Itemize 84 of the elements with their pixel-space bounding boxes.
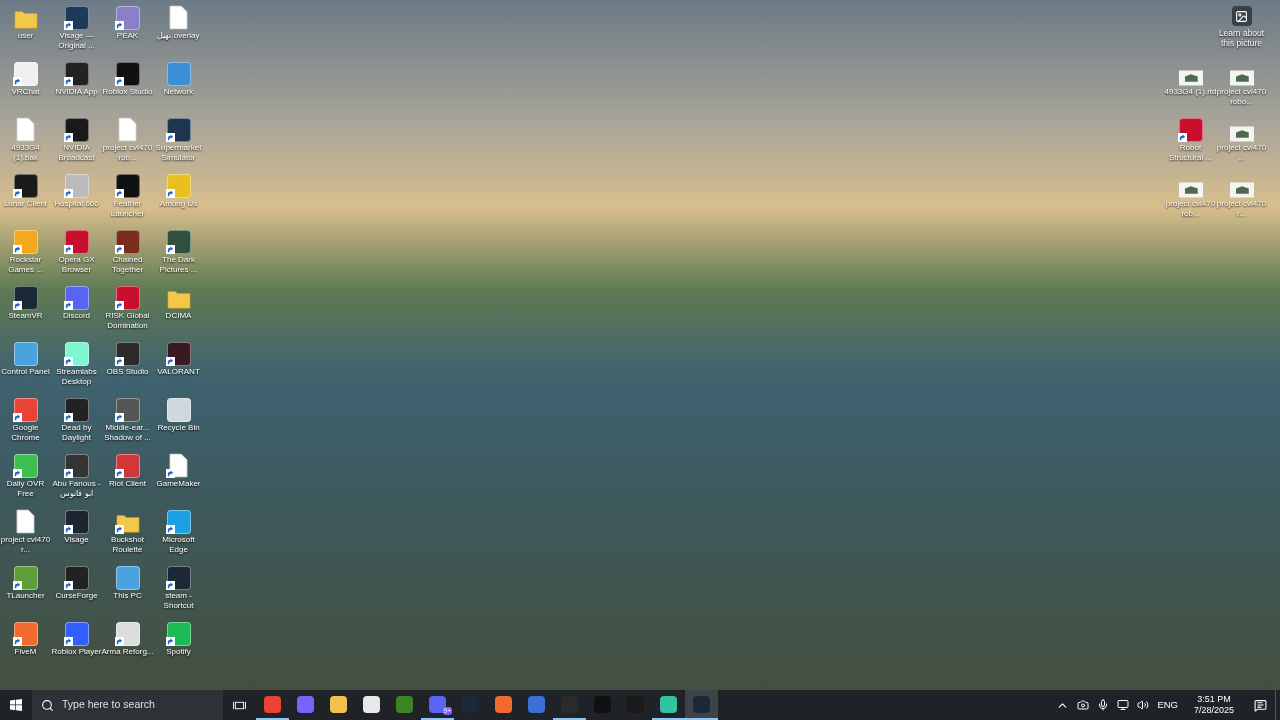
desktop-icon-label[interactable]: Streamlabs Desktop — [50, 367, 103, 387]
app-icon[interactable] — [165, 620, 192, 646]
desktop-icon-label[interactable]: Microsoft Edge — [152, 535, 205, 555]
app-icon[interactable] — [114, 620, 141, 646]
app-icon[interactable] — [63, 508, 90, 534]
desktop-icon-label[interactable]: Middle-ear... Shadow of ... — [101, 423, 154, 443]
desktop-icon-label[interactable]: DCIMA — [152, 311, 205, 321]
task-view-icon — [233, 699, 246, 711]
desktop-icon-label[interactable]: PEAK — [101, 31, 154, 41]
desktop-icon-label[interactable]: Recycle Bin — [152, 423, 205, 433]
app-icon[interactable] — [63, 452, 90, 478]
app-icon[interactable] — [12, 172, 39, 198]
app-icon[interactable] — [114, 340, 141, 366]
desktop-icon-label[interactable]: VALORANT — [152, 367, 205, 377]
app-icon[interactable] — [63, 340, 90, 366]
desktop-icon-label[interactable]: VRChat — [0, 87, 52, 97]
desktop-icon-label[interactable]: SteamVR — [0, 311, 52, 321]
desktop-icon-label[interactable]: TLauncher — [0, 591, 52, 601]
info-icon[interactable] — [1231, 6, 1252, 26]
desktop-icon-label[interactable]: Chained Together — [101, 255, 154, 275]
desktop-icon-label[interactable]: RISK Global Domination — [101, 311, 154, 331]
app-icon[interactable] — [63, 60, 90, 86]
desktop-icon-label[interactable]: user — [0, 31, 52, 41]
desktop-icon-label[interactable]: نهيل.overlay — [152, 31, 205, 41]
app-icon[interactable] — [63, 116, 90, 142]
desktop-icon-label[interactable]: Daily OVR Free — [0, 479, 52, 499]
desktop-icon-label[interactable]: Visage — Original ... — [50, 31, 103, 51]
camera-icon[interactable] — [1077, 699, 1090, 711]
desktop-icon-label[interactable]: Arma Reforg... — [101, 647, 154, 657]
app-icon[interactable] — [12, 564, 39, 590]
desktop-icon-label[interactable]: Opera GX Browser — [50, 255, 103, 275]
clock-time[interactable]: 3:51 PM — [1197, 694, 1231, 705]
search-icon — [41, 698, 54, 712]
app-icon[interactable] — [12, 620, 39, 646]
notifications-icon[interactable] — [1254, 698, 1267, 712]
desktop-icon-label[interactable]: Visage — [50, 535, 103, 545]
app-icon[interactable] — [114, 396, 141, 422]
app-icon[interactable] — [63, 4, 90, 30]
app-icon[interactable] — [63, 620, 90, 646]
desktop-icon-label[interactable]: Buckshot Roulette — [101, 535, 154, 555]
desktop-icon-label[interactable]: 4933G4 (1).rtd — [1164, 87, 1217, 97]
taskbar-app-button[interactable] — [685, 690, 718, 720]
app-icon[interactable] — [165, 564, 192, 590]
desktop-icon-label[interactable]: GameMaker — [152, 479, 205, 489]
desktop-icon-label[interactable]: This PC — [101, 591, 154, 601]
desktop-icon-label[interactable]: Roblox Studio — [101, 87, 154, 97]
desktop-icon-label[interactable]: steam - Shortcut — [152, 591, 205, 611]
app-icon[interactable] — [63, 564, 90, 590]
app-icon[interactable] — [165, 228, 192, 254]
desktop-icon-label[interactable]: NVIDIA App — [50, 87, 103, 97]
app-icon[interactable] — [165, 116, 192, 142]
microphone-icon[interactable] — [1097, 699, 1110, 711]
app-icon[interactable] — [114, 228, 141, 254]
clock-date[interactable]: 7/28/2025 — [1193, 705, 1234, 716]
desktop-icon-label[interactable]: CurseForge — [50, 591, 103, 601]
app-icon[interactable] — [114, 172, 141, 198]
app-icon[interactable] — [12, 396, 39, 422]
desktop-icon-label[interactable]: The Dark Pictures ... — [152, 255, 205, 275]
desktop-icon-label[interactable]: Spotify — [152, 647, 205, 657]
desktop-icon-label[interactable]: Network — [152, 87, 205, 97]
desktop-icon-label[interactable]: OBS Studio — [101, 367, 154, 377]
desktop-icon-label[interactable]: FiveM — [0, 647, 52, 657]
app-icon[interactable] — [63, 396, 90, 422]
learn-about-picture-link[interactable]: Learn about this picture — [1216, 28, 1267, 48]
app-icon[interactable] — [165, 340, 192, 366]
windows-logo-icon — [10, 699, 22, 711]
app-icon[interactable] — [165, 508, 192, 534]
desktop-icon-label[interactable]: project cvl470 r... — [0, 535, 52, 555]
network-icon[interactable] — [1117, 699, 1130, 711]
desktop-icon-label[interactable]: Discord — [50, 311, 103, 321]
volume-icon[interactable] — [1137, 699, 1150, 711]
desktop-icon-label[interactable]: Google Chrome — [0, 423, 52, 443]
app-icon[interactable] — [12, 452, 39, 478]
app-icon[interactable] — [114, 452, 141, 478]
search-bar[interactable]: Type here to search — [32, 690, 223, 720]
desktop-icon-label[interactable]: Dead by Daylight — [50, 423, 103, 443]
app-icon[interactable] — [12, 284, 39, 310]
search-input[interactable]: Type here to search — [62, 697, 212, 713]
desktop-icon-label[interactable]: Rockstar Games ... — [0, 255, 52, 275]
desktop-icon-label[interactable]: Abu Fanous - ابو فانوس — [50, 479, 103, 499]
desktop-icon-label[interactable]: Riot Client — [101, 479, 154, 489]
app-icon[interactable] — [114, 60, 141, 86]
desktop-icon-label[interactable]: Control Panel — [0, 367, 52, 377]
language-indicator[interactable]: ENG — [1157, 697, 1178, 713]
